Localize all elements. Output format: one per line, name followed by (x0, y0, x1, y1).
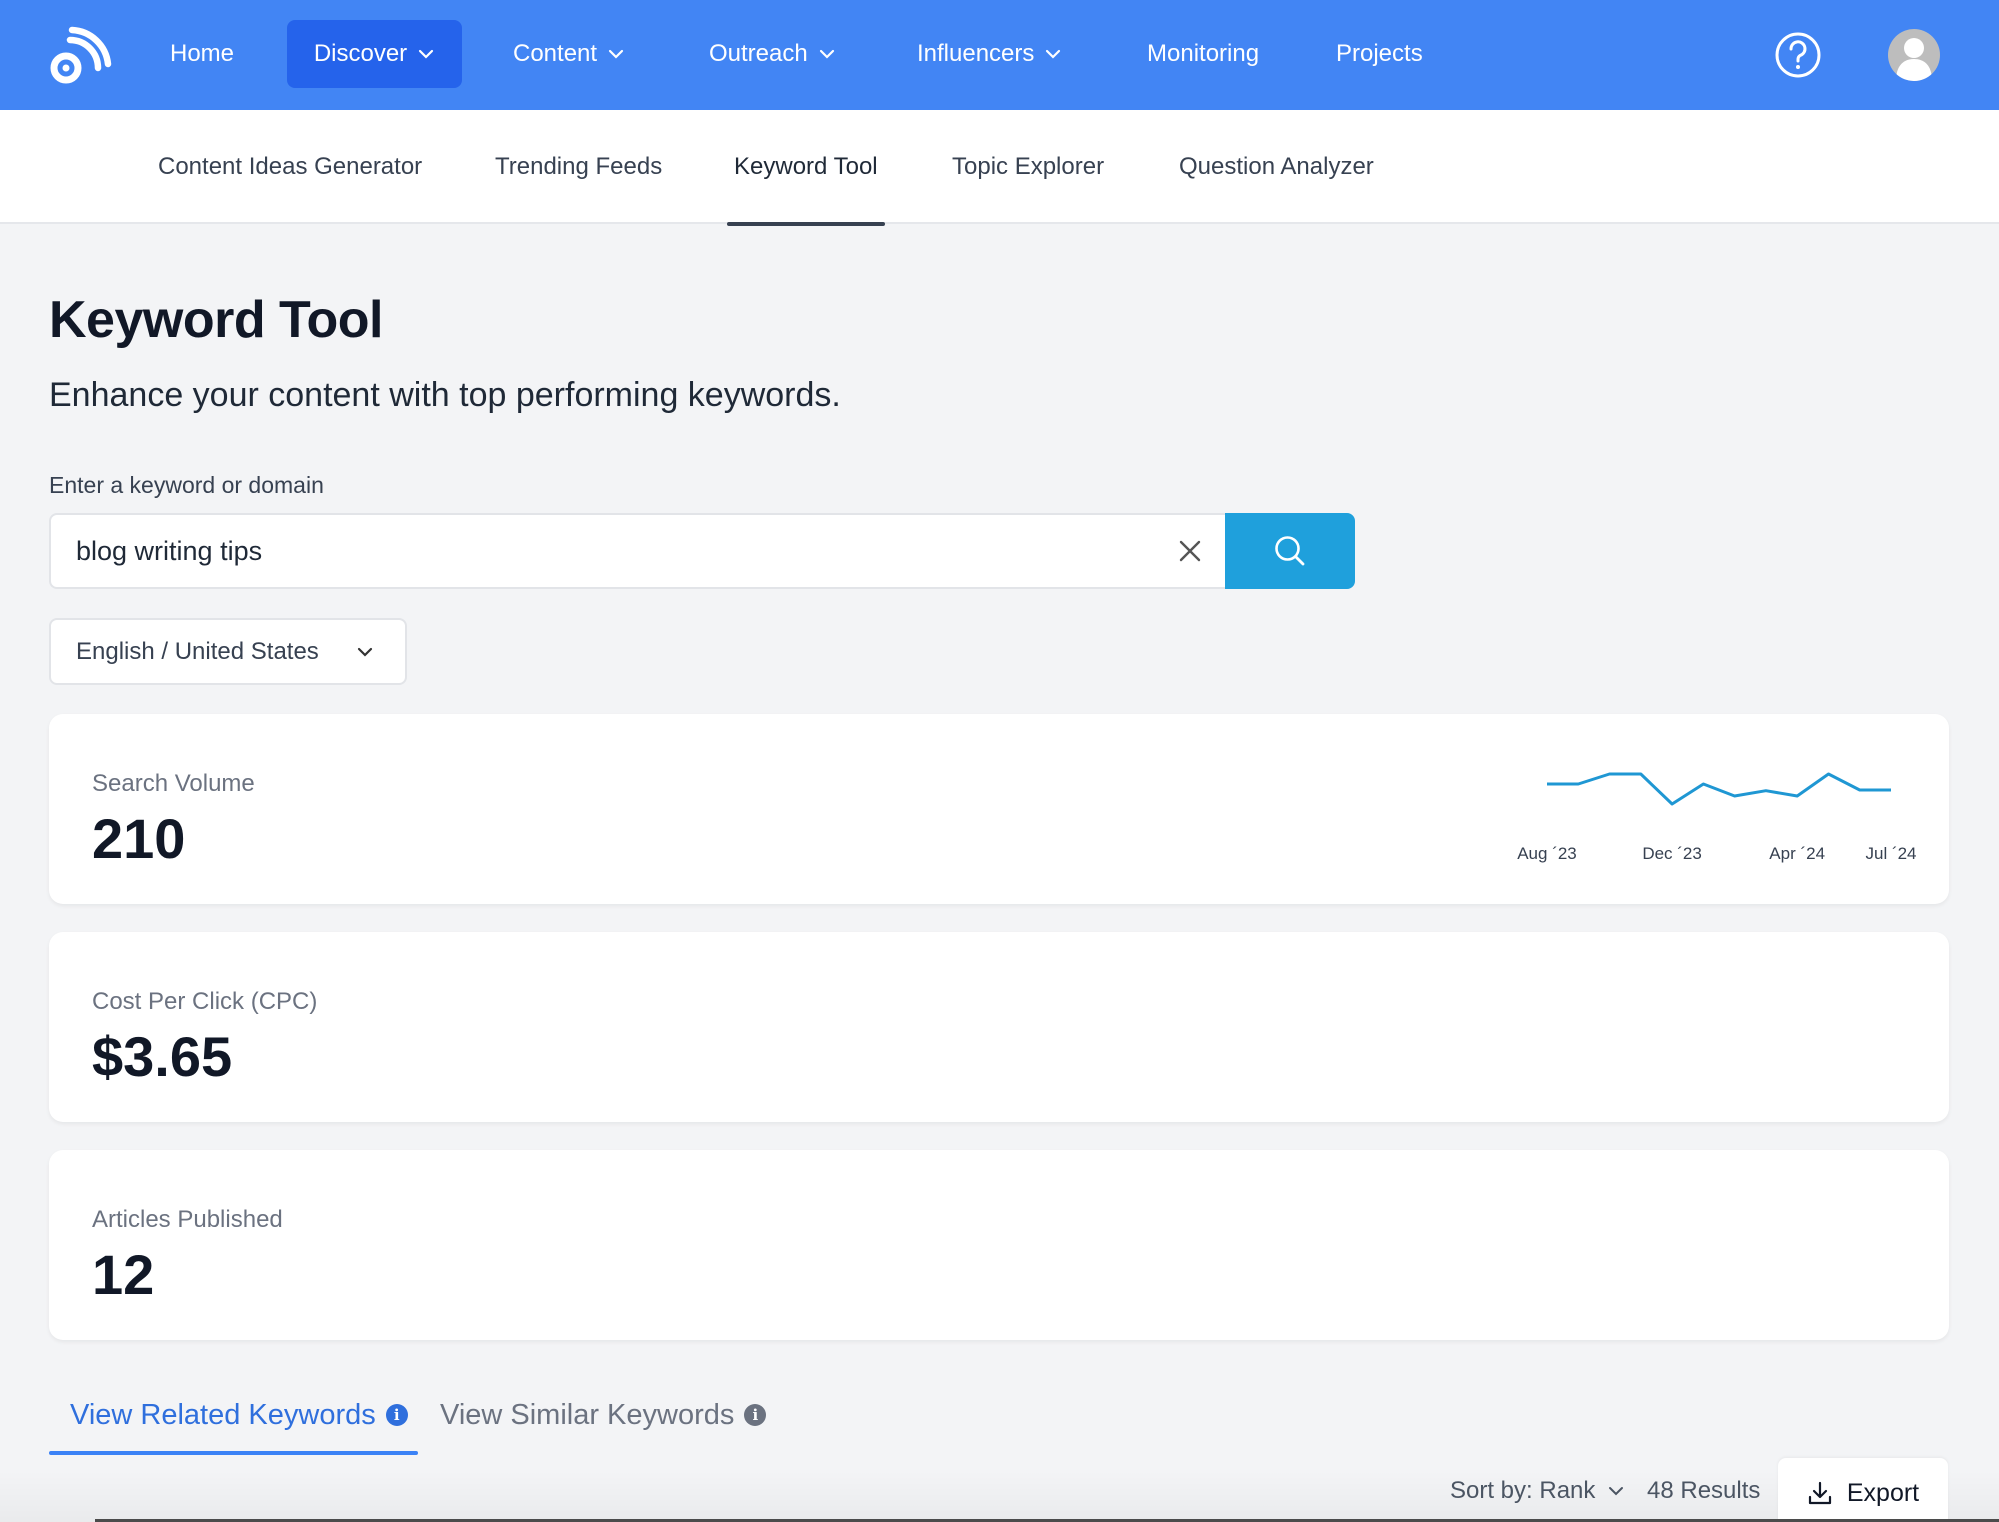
tab-related-keywords[interactable]: View Related Keywords i (49, 1380, 429, 1450)
nav-home[interactable]: Home (148, 20, 256, 88)
trend-line (1547, 772, 1891, 806)
tab-label: View Related Keywords (70, 1398, 376, 1431)
articles-published-value: 12 (92, 1243, 155, 1306)
page-subtitle: Enhance your content with top performing… (49, 376, 841, 414)
nav-projects-label: Projects (1336, 40, 1423, 67)
chevron-down-icon (608, 49, 624, 59)
subnav-trending-feeds[interactable]: Trending Feeds (488, 110, 669, 224)
search-icon (1275, 536, 1305, 566)
user-avatar-icon (1896, 38, 1932, 81)
info-icon[interactable]: i (385, 1404, 408, 1426)
chevron-down-icon (1046, 49, 1061, 59)
info-icon[interactable]: i (744, 1404, 767, 1426)
search-volume-trend-chart: Aug ´23 Dec ´23 Apr ´24 Jul ´24 (1517, 772, 1917, 863)
nav-discover[interactable]: Discover (287, 20, 462, 88)
search-button[interactable] (1225, 513, 1355, 589)
nav-monitoring-label: Monitoring (1147, 40, 1260, 67)
results-count: 48 Results (1647, 1477, 1761, 1504)
subnav-label: Content Ideas Generator (158, 153, 423, 180)
keyword-search-input[interactable] (51, 515, 1154, 587)
nav-outreach-label: Outreach (709, 40, 808, 67)
nav-influencers-label: Influencers (917, 40, 1035, 67)
nav-monitoring[interactable]: Monitoring (1125, 20, 1281, 88)
x-tick-label: Apr ´24 (1769, 844, 1825, 863)
cpc-value: $3.65 (92, 1025, 233, 1088)
user-avatar[interactable] (1888, 29, 1940, 81)
nav-home-label: Home (170, 40, 235, 67)
download-icon (1808, 1481, 1831, 1505)
sort-by-label: Sort by: Rank (1450, 1477, 1596, 1504)
x-tick-label: Jul ´24 (1865, 844, 1916, 863)
feed-logo-icon[interactable] (48, 24, 112, 88)
tab-label: View Similar Keywords (440, 1398, 735, 1431)
nav-content[interactable]: Content (491, 20, 647, 88)
search-field-label: Enter a keyword or domain (49, 472, 324, 498)
nav-discover-label: Discover (313, 40, 408, 67)
help-button[interactable] (1774, 31, 1822, 79)
close-icon (1179, 540, 1201, 562)
locale-selected-value: English / United States (76, 637, 319, 665)
cpc-card: Cost Per Click (CPC) $3.65 (49, 932, 1949, 1122)
sub-navigation: Content Ideas Generator Trending Feeds K… (0, 110, 1999, 226)
nav-outreach[interactable]: Outreach (687, 20, 858, 88)
sort-by-dropdown[interactable]: Sort by: Rank (1450, 1460, 1625, 1522)
subnav-label: Keyword Tool (734, 153, 878, 180)
search-volume-label: Search Volume (92, 770, 255, 797)
question-circle-icon (1775, 32, 1821, 78)
page-title: Keyword Tool (49, 291, 383, 349)
nav-projects[interactable]: Projects (1314, 20, 1445, 88)
subnav-content-ideas-generator[interactable]: Content Ideas Generator (151, 110, 429, 224)
x-tick-label: Dec ´23 (1642, 844, 1702, 863)
chevron-down-icon (357, 647, 373, 657)
export-button[interactable]: Export (1778, 1458, 1948, 1522)
nav-influencers[interactable]: Influencers (895, 20, 1084, 88)
tab-similar-keywords[interactable]: View Similar Keywords i (419, 1380, 787, 1450)
search-box (49, 513, 1226, 589)
subnav-label: Trending Feeds (495, 153, 663, 180)
chevron-down-icon (419, 49, 434, 59)
top-navigation-bar: Home Discover Content Outreach Influence… (0, 0, 1999, 110)
x-tick-label: Aug ´23 (1517, 844, 1577, 863)
articles-published-card: Articles Published 12 (49, 1150, 1949, 1340)
subnav-label: Question Analyzer (1179, 153, 1374, 180)
articles-published-label: Articles Published (92, 1206, 283, 1233)
nav-content-label: Content (513, 40, 598, 67)
subnav-keyword-tool[interactable]: Keyword Tool (727, 110, 885, 226)
chevron-down-icon (819, 49, 834, 59)
clear-search-button[interactable] (1154, 515, 1226, 587)
export-label: Export (1846, 1478, 1920, 1507)
search-volume-card: Search Volume 210 Aug ´23 Dec ´23 Apr ´24 J… (49, 714, 1949, 904)
subnav-question-analyzer[interactable]: Question Analyzer (1172, 110, 1381, 224)
chevron-down-icon (1609, 1487, 1624, 1496)
language-country-select[interactable]: English / United States (49, 618, 407, 685)
subnav-label: Topic Explorer (952, 153, 1105, 180)
active-tab-indicator (49, 1451, 418, 1455)
cpc-label: Cost Per Click (CPC) (92, 988, 318, 1015)
search-volume-value: 210 (92, 807, 186, 870)
subnav-topic-explorer[interactable]: Topic Explorer (945, 110, 1111, 224)
